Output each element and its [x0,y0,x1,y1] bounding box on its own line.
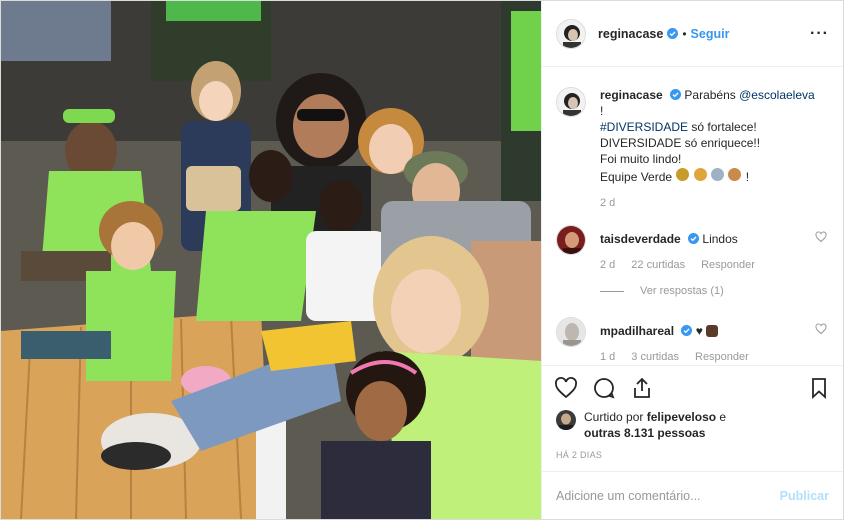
avatar-image [557,19,585,48]
avatar[interactable] [556,87,586,117]
caption-body: reginacase Parabéns @escolaeleva ! #DIVE… [600,87,829,211]
liker-username[interactable]: felipeveloso [647,410,716,424]
post-timestamp[interactable]: HÁ 2 DIAS [542,449,843,471]
verified-badge-icon [681,325,693,336]
view-replies-button[interactable]: Ver respostas (1) [600,283,829,299]
comment-likes[interactable]: 22 curtidas [631,257,685,273]
reply-button[interactable]: Responder [695,349,749,365]
mention-link[interactable]: @escolaeleva [739,88,815,102]
replies-line [600,290,624,292]
comment-body: taisdeverdade Lindos 2 d 22 curtidas Res… [600,225,829,299]
like-heart-icon[interactable] [554,376,578,400]
avatar[interactable] [556,225,586,255]
verified-badge-icon [688,233,700,244]
likes-others-count[interactable]: outras 8.131 pessoas [584,426,705,440]
liker-avatar[interactable] [556,410,576,430]
praying-hands-emoji-icon [706,325,719,337]
comment-text: Lindos [702,232,738,246]
comment-bubble-icon[interactable] [592,376,616,400]
avatar-image [557,318,585,346]
liker-avatar-image [556,410,576,430]
likes-summary: Curtido por felipeveloso e outras 8.131 … [542,409,843,449]
avatar-image [557,226,585,254]
comment-likes[interactable]: 3 curtidas [631,349,679,365]
photo-illustration [1,1,541,519]
medal-emoji-icon [693,168,707,181]
avatar[interactable] [556,18,586,49]
add-comment-bar: Adicione um comentário... Publicar [542,471,843,519]
caption-exclaim: ! [600,104,604,118]
likes-middle: e [719,410,727,424]
view-replies-label: Ver respostas (1) [640,285,724,297]
post-photo[interactable] [1,1,542,519]
avatar-image [557,88,585,116]
caption-line1: só fortalece! [691,120,757,134]
comment: taisdeverdade Lindos 2 d 22 curtidas Res… [556,225,829,299]
caption-line4: Equipe Verde [600,170,673,184]
caption-username[interactable]: reginacase [600,88,663,102]
medal-emoji-icon [728,168,742,181]
verified-badge-icon [670,89,682,100]
caption-line2: DIVERSIDADE só enriquece!! [600,136,761,150]
follow-button[interactable]: Seguir [691,27,730,41]
comment-input[interactable]: Adicione um comentário... [556,489,701,503]
caption-line3: Foi muito lindo! [600,152,682,166]
likes-text: Curtido por felipeveloso e outras 8.131 … [584,409,726,441]
comment-text: ♥ [695,324,703,338]
avatar[interactable] [556,317,586,347]
post-side-panel: reginacase • Seguir ··· reginacase Parab… [542,1,843,519]
comment-like-heart-icon[interactable] [815,323,827,335]
comment-body: mpadilhareal ♥ 1 d 3 curtidas Responder [600,317,829,365]
likes-prefix: Curtido por [584,410,644,424]
medal-emoji-icon [711,168,725,181]
comment-username[interactable]: taisdeverdade [600,232,681,246]
comment-username[interactable]: mpadilhareal [600,324,674,338]
separator-dot: • [682,26,687,41]
comments-section[interactable]: reginacase Parabéns @escolaeleva ! #DIVE… [542,67,843,365]
action-bar [542,365,843,409]
post-dialog: reginacase • Seguir ··· reginacase Parab… [0,0,844,520]
bookmark-icon[interactable] [807,376,831,400]
publish-button[interactable]: Publicar [780,489,829,503]
caption-time[interactable]: 2 d [600,195,615,211]
comment-like-heart-icon[interactable] [815,231,827,243]
verified-badge-icon [667,28,679,39]
share-icon[interactable] [630,376,654,400]
trophy-emoji-icon [676,168,690,181]
post-header: reginacase • Seguir ··· [542,1,843,67]
comment-time[interactable]: 2 d [600,257,615,273]
hashtag-link[interactable]: #DIVERSIDADE [600,120,688,134]
caption-meta: 2 d [600,195,829,211]
reply-button[interactable]: Responder [701,257,755,273]
caption-text: Parabéns [684,88,736,102]
comment-meta: 1 d 3 curtidas Responder [600,349,829,365]
more-options-icon[interactable]: ··· [810,25,829,42]
comment-meta: 2 d 22 curtidas Responder [600,257,829,273]
comment-time[interactable]: 1 d [600,349,615,365]
comment: mpadilhareal ♥ 1 d 3 curtidas Responder [556,317,829,365]
caption: reginacase Parabéns @escolaeleva ! #DIVE… [556,87,829,211]
caption-end: ! [745,170,750,184]
post-username[interactable]: reginacase [598,27,663,41]
